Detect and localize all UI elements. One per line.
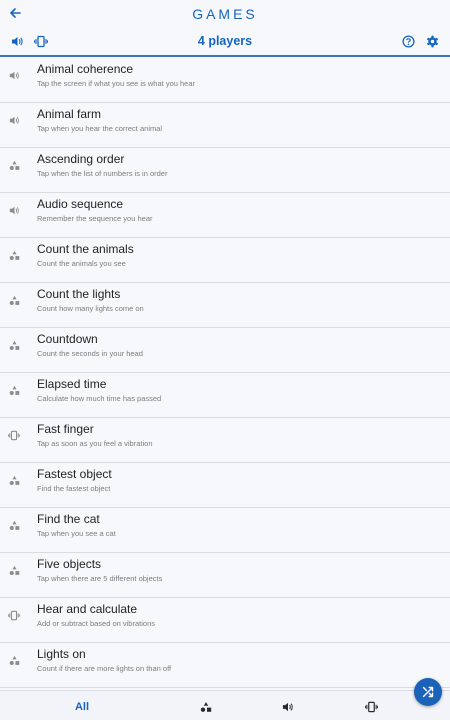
game-description: Count how many lights come on — [37, 304, 144, 313]
help-button[interactable] — [400, 33, 416, 49]
game-name: Hear and calculate — [37, 602, 138, 616]
shapes-icon — [7, 653, 21, 667]
game-description: Count the seconds in your head — [37, 349, 143, 358]
games-screen: GAMES 4 players Animal coherence Tap the… — [0, 0, 450, 720]
game-list-item[interactable]: Animal coherence Tap the screen if what y… — [0, 58, 450, 103]
game-description: Tap when you hear the correct animal — [37, 124, 163, 133]
shapes-icon — [7, 158, 21, 172]
game-description: Tap when the list of numbers is in order — [37, 169, 168, 178]
game-list-item[interactable]: Fast finger Tap as soon as you feel a vib… — [0, 418, 450, 463]
nav-audio-tab[interactable] — [280, 699, 296, 715]
game-name: Ascending order — [37, 152, 125, 166]
sound-icon — [7, 203, 21, 217]
gear-icon — [426, 35, 438, 47]
vibrate-icon — [7, 608, 21, 622]
shuffle-button[interactable] — [414, 678, 442, 706]
game-name: Fast finger — [37, 422, 94, 436]
help-circle-icon — [401, 34, 415, 48]
shapes-icon — [200, 702, 212, 712]
vibrate-icon — [7, 428, 21, 442]
game-name: Animal coherence — [37, 62, 134, 76]
shapes-icon — [7, 383, 21, 397]
players-count[interactable]: 4 players — [0, 34, 450, 48]
sound-icon — [7, 113, 21, 127]
game-list-item[interactable]: Fastest object Find the fastest object — [0, 463, 450, 508]
game-name: Find the cat — [37, 512, 100, 526]
game-list-item[interactable]: Audio sequence Remember the sequence you … — [0, 193, 450, 238]
game-name: Elapsed time — [37, 377, 107, 391]
game-description: Count the animals you see — [37, 259, 126, 268]
game-description: Calculate how much time has passed — [37, 394, 162, 403]
game-name: Animal farm — [37, 107, 102, 121]
game-list-item[interactable]: Five objects Tap when there are 5 differe… — [0, 553, 450, 598]
nav-visual-tab[interactable] — [198, 699, 214, 715]
bottom-nav: All — [0, 690, 450, 720]
game-description: Remember the sequence you hear — [37, 214, 153, 223]
settings-button[interactable] — [424, 33, 440, 49]
shapes-icon — [7, 248, 21, 262]
game-description: Count if there are more lights on than o… — [37, 664, 172, 673]
game-list-item[interactable]: Lights on Count if there are more lights … — [0, 643, 450, 688]
header: GAMES 4 players — [0, 0, 450, 57]
game-name: Count the lights — [37, 287, 121, 301]
game-name: Fastest object — [37, 467, 112, 481]
sound-icon — [7, 68, 21, 82]
game-list-item[interactable]: Animal farm Tap when you hear the correct… — [0, 103, 450, 148]
shapes-icon — [7, 563, 21, 577]
shapes-icon — [7, 473, 21, 487]
game-description: Tap the screen if what you see is what y… — [37, 79, 196, 88]
game-name: Countdown — [37, 332, 98, 346]
game-list-item[interactable]: Count the animals Count the animals you s… — [0, 238, 450, 283]
nav-vibration-tab[interactable] — [363, 699, 379, 715]
page-title: GAMES — [192, 6, 258, 22]
shapes-icon — [7, 293, 21, 307]
game-description: Tap when you see a cat — [37, 529, 116, 538]
game-list-item[interactable]: Count the lights Count how many lights co… — [0, 283, 450, 328]
game-list-item[interactable]: Countdown Count the seconds in your head — [0, 328, 450, 373]
game-description: Add or subtract based on vibrations — [37, 619, 155, 628]
shuffle-icon — [422, 686, 434, 698]
games-list: Animal coherence Tap the screen if what y… — [0, 58, 450, 690]
sound-icon — [282, 702, 293, 712]
nav-all-tab[interactable]: All — [66, 699, 98, 715]
game-name: Count the animals — [37, 242, 134, 256]
header-divider — [0, 55, 450, 57]
game-list-item[interactable]: Hear and calculate Add or subtract based … — [0, 598, 450, 643]
game-list-item[interactable]: Elapsed time Calculate how much time has … — [0, 373, 450, 418]
game-name: Lights on — [37, 647, 86, 661]
game-description: Tap when there are 5 different objects — [37, 574, 163, 583]
game-name: Audio sequence — [37, 197, 124, 211]
game-list-item[interactable]: Ascending order Tap when the list of numb… — [0, 148, 450, 193]
game-list-item[interactable]: Find the cat Tap when you see a cat — [0, 508, 450, 553]
shapes-icon — [7, 338, 21, 352]
game-description: Tap as soon as you feel a vibration — [37, 439, 153, 448]
game-description: Find the fastest object — [37, 484, 111, 493]
game-name: Five objects — [37, 557, 102, 571]
shapes-icon — [7, 518, 21, 532]
vibrate-icon — [364, 701, 378, 713]
